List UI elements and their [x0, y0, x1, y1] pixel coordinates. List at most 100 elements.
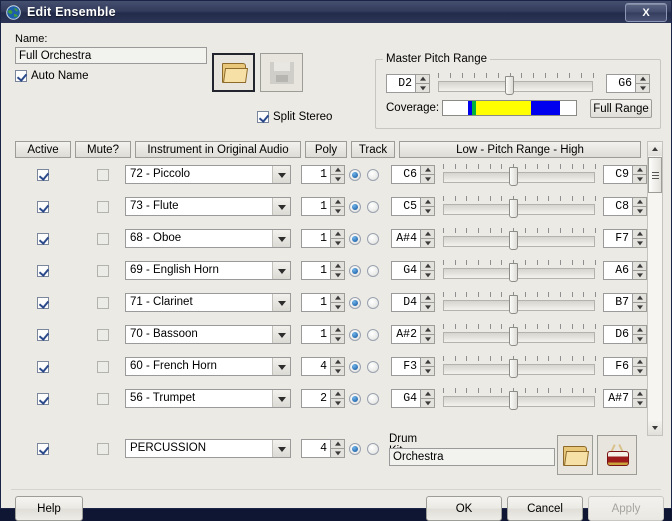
row-low-pitch-up[interactable] [421, 229, 435, 238]
row-poly-spinner[interactable]: 2 [301, 389, 345, 408]
row-track-radio-2[interactable] [367, 297, 379, 309]
row-poly-value[interactable]: 1 [301, 293, 331, 312]
row-poly-up[interactable] [331, 325, 345, 334]
row-low-pitch-value[interactable]: G4 [391, 389, 421, 408]
master-high-pitch-down[interactable] [636, 83, 650, 93]
row-pitch-slider-track[interactable] [443, 332, 595, 343]
row-poly-down[interactable] [331, 398, 345, 408]
master-low-pitch-down[interactable] [416, 83, 430, 93]
row-low-pitch-spinner[interactable]: F3 [391, 357, 435, 376]
row-low-pitch-down[interactable] [421, 334, 435, 344]
ensemble-name-input[interactable] [15, 47, 207, 64]
row-poly-value[interactable]: 1 [301, 165, 331, 184]
row-active-checkbox[interactable] [37, 297, 49, 309]
row-pitch-slider[interactable] [443, 323, 595, 347]
row-poly-down[interactable] [331, 366, 345, 376]
chevron-down-icon[interactable] [272, 262, 290, 279]
row-pitch-slider[interactable] [443, 163, 595, 187]
row-high-pitch-up[interactable] [633, 389, 647, 398]
row-high-pitch-down[interactable] [633, 302, 647, 312]
row-high-pitch-spinner[interactable]: D6 [603, 325, 647, 344]
row-high-pitch-spinner[interactable]: F7 [603, 229, 647, 248]
row-mute-checkbox[interactable] [97, 233, 109, 245]
row-high-pitch-down[interactable] [633, 334, 647, 344]
percussion-poly-up[interactable] [331, 439, 345, 448]
master-low-pitch-value[interactable]: D2 [386, 74, 416, 93]
row-poly-value[interactable]: 1 [301, 229, 331, 248]
row-low-pitch-value[interactable]: C6 [391, 165, 421, 184]
row-instrument-combo[interactable]: 71 - Clarinet [125, 293, 291, 312]
row-poly-spinner[interactable]: 1 [301, 261, 345, 280]
row-track-radio-2[interactable] [367, 169, 379, 181]
row-track-radio-1[interactable] [349, 265, 361, 277]
row-low-pitch-down[interactable] [421, 238, 435, 248]
row-low-pitch-down[interactable] [421, 366, 435, 376]
row-poly-value[interactable]: 4 [301, 357, 331, 376]
row-high-pitch-spinner[interactable]: B7 [603, 293, 647, 312]
chevron-down-icon[interactable] [272, 358, 290, 375]
drum-kit-browse-button[interactable] [557, 435, 593, 475]
row-track-radio-2[interactable] [367, 265, 379, 277]
row-poly-spinner[interactable]: 1 [301, 325, 345, 344]
row-low-pitch-up[interactable] [421, 357, 435, 366]
percussion-active-checkbox[interactable] [37, 443, 49, 455]
row-low-pitch-spinner[interactable]: A#4 [391, 229, 435, 248]
row-high-pitch-up[interactable] [633, 293, 647, 302]
row-poly-up[interactable] [331, 165, 345, 174]
row-track-radio-2[interactable] [367, 361, 379, 373]
row-high-pitch-value[interactable]: A#7 [603, 389, 633, 408]
row-poly-spinner[interactable]: 1 [301, 229, 345, 248]
row-track-radio-1[interactable] [349, 297, 361, 309]
percussion-poly-down[interactable] [331, 448, 345, 458]
row-track-radio-1[interactable] [349, 329, 361, 341]
row-low-pitch-up[interactable] [421, 165, 435, 174]
row-poly-value[interactable]: 1 [301, 325, 331, 344]
row-low-pitch-down[interactable] [421, 302, 435, 312]
row-low-pitch-down[interactable] [421, 398, 435, 408]
row-low-pitch-up[interactable] [421, 261, 435, 270]
row-pitch-slider-thumb[interactable] [509, 295, 518, 314]
percussion-instrument-combo[interactable]: PERCUSSION [125, 439, 291, 458]
row-high-pitch-value[interactable]: B7 [603, 293, 633, 312]
row-pitch-slider-thumb[interactable] [509, 231, 518, 250]
row-mute-checkbox[interactable] [97, 393, 109, 405]
row-track-radio-2[interactable] [367, 233, 379, 245]
row-low-pitch-value[interactable]: F3 [391, 357, 421, 376]
chevron-down-icon[interactable] [272, 166, 290, 183]
row-pitch-slider-thumb[interactable] [509, 359, 518, 378]
row-high-pitch-up[interactable] [633, 325, 647, 334]
close-button[interactable]: X [625, 3, 667, 22]
row-mute-checkbox[interactable] [97, 329, 109, 341]
row-pitch-slider-thumb[interactable] [509, 391, 518, 410]
row-high-pitch-spinner[interactable]: A#7 [603, 389, 647, 408]
row-pitch-slider-track[interactable] [443, 364, 595, 375]
row-mute-checkbox[interactable] [97, 201, 109, 213]
table-scrollbar[interactable] [647, 141, 663, 436]
row-instrument-combo[interactable]: 72 - Piccolo [125, 165, 291, 184]
row-poly-up[interactable] [331, 293, 345, 302]
row-instrument-combo[interactable]: 69 - English Horn [125, 261, 291, 280]
row-track-radio-1[interactable] [349, 393, 361, 405]
row-pitch-slider-thumb[interactable] [509, 327, 518, 346]
row-low-pitch-up[interactable] [421, 389, 435, 398]
row-pitch-slider[interactable] [443, 387, 595, 411]
row-high-pitch-down[interactable] [633, 366, 647, 376]
row-poly-up[interactable] [331, 229, 345, 238]
chevron-down-icon[interactable] [272, 294, 290, 311]
row-low-pitch-up[interactable] [421, 197, 435, 206]
row-pitch-slider[interactable] [443, 291, 595, 315]
percussion-track-radio-2[interactable] [367, 443, 379, 455]
row-high-pitch-down[interactable] [633, 174, 647, 184]
split-stereo-row[interactable]: Split Stereo [257, 111, 332, 123]
master-pitch-slider-track[interactable] [438, 81, 593, 92]
row-pitch-slider-track[interactable] [443, 236, 595, 247]
master-pitch-slider-thumb[interactable] [505, 76, 514, 95]
row-low-pitch-spinner[interactable]: G4 [391, 261, 435, 280]
row-pitch-slider-track[interactable] [443, 172, 595, 183]
row-poly-spinner[interactable]: 4 [301, 357, 345, 376]
row-instrument-combo[interactable]: 70 - Bassoon [125, 325, 291, 344]
row-low-pitch-spinner[interactable]: G4 [391, 389, 435, 408]
row-mute-checkbox[interactable] [97, 265, 109, 277]
row-low-pitch-up[interactable] [421, 293, 435, 302]
row-high-pitch-down[interactable] [633, 238, 647, 248]
